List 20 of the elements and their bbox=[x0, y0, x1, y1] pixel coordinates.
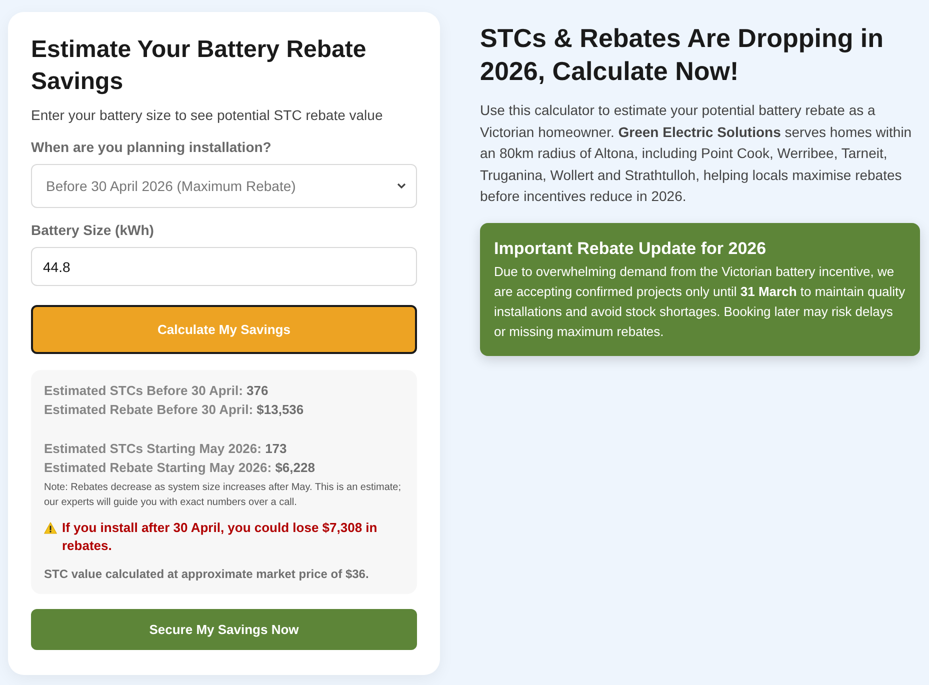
calculator-title: Estimate Your Battery Rebate Savings bbox=[31, 35, 368, 97]
field-label: Battery Size (kWh) bbox=[31, 221, 155, 240]
info-heading: STCs & Rebates Are Dropping in 2026, Calculate Now! bbox=[480, 22, 885, 88]
secure-savings-button[interactable]: Secure My Savings Now bbox=[31, 609, 417, 650]
battery-size-input[interactable]: 44.8 bbox=[31, 247, 417, 286]
rebate-loss-warning: If you install after 30 April, you could lose $7,308 in rebates. bbox=[62, 519, 378, 555]
result-line: Estimated STCs Before 30 April: 376 bbox=[44, 382, 270, 400]
info-paragraph: Use this calculator to estimate your potential battery rebate as a Victorian homeowner. Green Electric Solutions serves homes within an 80km radius of Altona, including Point Cook, Werribee, Tarneit, Truganina, Wollert and Strathtulloh, helping locals maximise rebates before incentives reduce in 2026. bbox=[480, 101, 913, 206]
estimate-note: Note: Rebates decrease as system size increases after May. This is an estimate; our experts will guide you with exact numbers over a call. bbox=[44, 481, 402, 510]
chevron-down-icon bbox=[397, 183, 406, 189]
result-line: Estimated Rebate Starting May 2026: $6,228 bbox=[44, 459, 316, 477]
install-date-select[interactable]: Before 30 April 2026 (Maximum Rebate) bbox=[31, 164, 417, 208]
update-body: Due to overwhelming demand from the Victorian battery incentive, we are accepting confirmed projects only until 31 March to maintain quality installations and avoid stock shortages. Booking later may risk delays or missing maximum rebates. bbox=[494, 262, 906, 342]
result-line: Estimated STCs Starting May 2026: 173 bbox=[44, 440, 288, 458]
result-line: Estimated Rebate Before 30 April: $13,536 bbox=[44, 401, 305, 419]
calculator-subtitle: Enter your battery size to see potential STC rebate value bbox=[31, 106, 384, 125]
update-title: Important Rebate Update for 2026 bbox=[494, 238, 768, 260]
market-price-note: STC value calculated at approximate market price of $36. bbox=[44, 566, 370, 583]
warning-icon bbox=[44, 522, 57, 534]
field-label: When are you planning installation? bbox=[31, 138, 272, 157]
